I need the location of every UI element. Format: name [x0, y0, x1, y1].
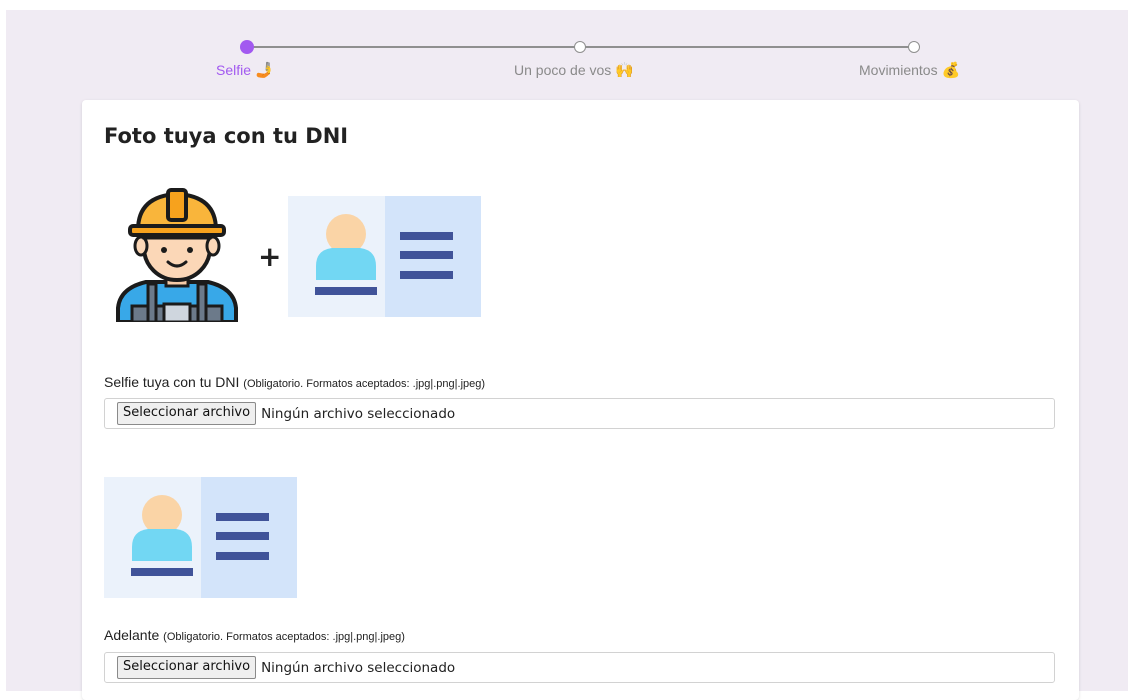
progress-stepper: Selfie 🤳 Un poco de vos 🙌 Movimientos 💰: [0, 0, 1134, 100]
step-label-text: Un poco de vos: [514, 62, 612, 78]
front-field-label: Adelante (Obligatorio. Formatos aceptado…: [104, 627, 405, 643]
step-dot-selfie[interactable]: [240, 40, 254, 54]
front-label-text: Adelante: [104, 627, 160, 643]
front-select-file-button[interactable]: Seleccionar archivo: [117, 656, 257, 679]
stepper-line: [584, 46, 914, 48]
form-card: Foto tuya con tu DNI + Selfie tuya con t…: [82, 100, 1079, 700]
step-label-text: Movimientos: [859, 62, 938, 78]
step-label-text: Selfie: [216, 62, 252, 78]
step-label-un-poco-de-vos[interactable]: Un poco de vos 🙌: [514, 62, 634, 78]
front-file-status: Ningún archivo seleccionado: [261, 659, 456, 676]
money-bag-icon: 💰: [941, 61, 961, 79]
selfie-file-status: Ningún archivo seleccionado: [261, 405, 456, 422]
selfie-select-file-button[interactable]: Seleccionar archivo: [117, 402, 257, 425]
selfie-field-label: Selfie tuya con tu DNI (Obligatorio. For…: [104, 374, 485, 390]
step-label-movimientos[interactable]: Movimientos 💰: [859, 62, 960, 78]
step-label-selfie[interactable]: Selfie 🤳: [216, 62, 274, 78]
stepper-line: [250, 46, 580, 48]
id-card-front-illustration: [104, 477, 297, 598]
worker-illustration: [116, 188, 238, 322]
id-card-illustration: [288, 196, 481, 317]
plus-sign: +: [258, 240, 282, 273]
selfie-file-input[interactable]: Seleccionar archivo Ningún archivo selec…: [104, 398, 1055, 429]
selfie-label-text: Selfie tuya con tu DNI: [104, 374, 240, 390]
step-dot-un-poco-de-vos[interactable]: [574, 41, 586, 53]
front-file-input[interactable]: Seleccionar archivo Ningún archivo selec…: [104, 652, 1055, 683]
selfie-format-hint: (Obligatorio. Formatos aceptados: .jpg|.…: [243, 378, 486, 390]
raised-hands-icon: 🙌: [615, 61, 634, 79]
page-title: Foto tuya con tu DNI: [104, 124, 349, 148]
selfie-icon: 🤳: [255, 61, 274, 79]
step-dot-movimientos[interactable]: [908, 41, 920, 53]
front-format-hint: (Obligatorio. Formatos aceptados: .jpg|.…: [163, 631, 405, 643]
